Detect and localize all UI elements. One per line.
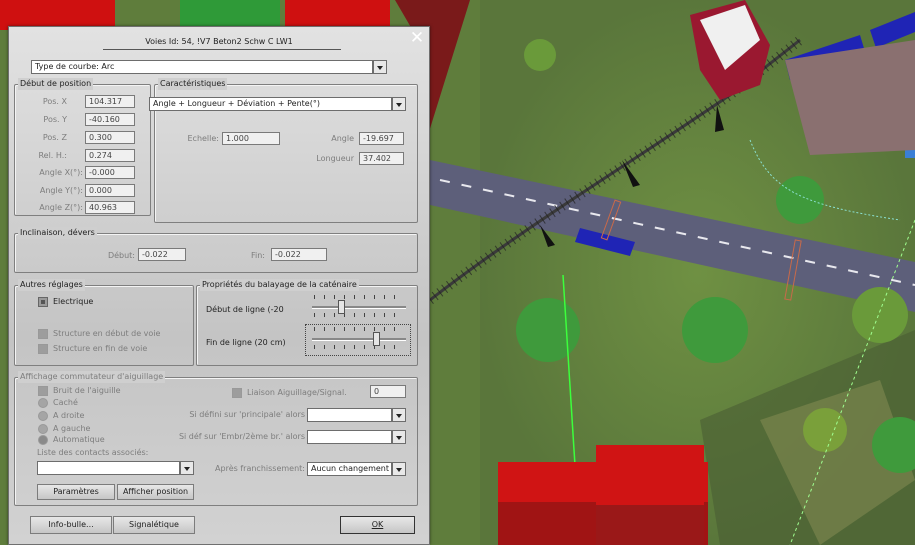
hidden-radio[interactable] [38,398,48,408]
track-properties-dialog: Voies Id: 54, !V7 Beton2 Schw C LW1 ✕ Ty… [8,26,430,545]
chevron-down-icon[interactable] [373,60,387,74]
angle-x-field[interactable]: -0.000 [85,166,135,179]
line-start-ticks [314,313,404,317]
right-radio[interactable] [38,411,48,421]
electric-checkbox[interactable] [38,297,48,307]
angle-label: Angle [331,134,354,143]
chevron-down-icon[interactable] [180,461,194,475]
rel-h-label: Rel. H.: [38,151,67,160]
hidden-label: Caché [53,398,78,407]
line-end-ticks [314,327,404,331]
angle-y-field[interactable]: 0.000 [85,184,135,197]
structure-start-label: Structure en début de voie [53,329,161,338]
parameters-button[interactable]: Paramètres [37,484,115,500]
characteristics-title: Caractéristiques [158,78,228,90]
switch-noise-label: Bruit de l'aiguille [53,386,121,395]
title-bar[interactable]: Voies Id: 54, !V7 Beton2 Schw C LW1 ✕ [9,27,429,53]
contacts-label: Liste des contacts associés: [37,448,149,457]
inclination-end-field[interactable]: -0.022 [271,248,327,261]
inclination-end-label: Fin: [250,251,265,260]
if-main-select[interactable] [307,408,392,422]
length-field[interactable]: 37.402 [359,152,404,165]
scale-field[interactable]: 1.000 [222,132,280,145]
pos-x-label: Pos. X [42,97,67,106]
mode-select[interactable]: Angle + Longueur + Déviation + Pente(°) [149,97,392,111]
structure-end-label: Structure en fin de voie [53,344,148,353]
title-underline [103,49,341,50]
line-start-ticks [314,295,404,299]
line-start-slider[interactable] [312,306,406,309]
chevron-down-icon[interactable] [392,462,406,476]
line-end-slider-thumb[interactable] [372,332,380,346]
pos-y-label: Pos. Y [43,115,67,124]
chevron-down-icon[interactable] [392,430,406,444]
close-icon[interactable]: ✕ [408,29,426,47]
tree [516,298,580,362]
right-label: A droite [53,411,85,420]
pos-z-label: Pos. Z [42,133,67,142]
link-value-field[interactable]: 0 [370,385,406,398]
pos-x-field[interactable]: 104.317 [85,95,135,108]
dialog-title: Voies Id: 54, !V7 Beton2 Schw C LW1 [145,37,293,46]
chevron-down-icon[interactable] [392,97,406,111]
ok-button[interactable]: OK [340,516,415,534]
signaling-button[interactable]: Signalétique [113,516,195,534]
show-position-button[interactable]: Afficher position [117,484,194,500]
inclination-start-field[interactable]: -0.022 [138,248,186,261]
link-switch-signal-checkbox[interactable] [232,388,242,398]
switch-display-title: Affichage commutateur d'aiguillage [18,371,166,383]
angle-z-field[interactable]: 40.963 [85,201,135,214]
rel-h-field[interactable]: 0.274 [85,149,135,162]
switch-noise-checkbox[interactable] [38,386,48,396]
catenary-title: Propriétés du balayage de la caténaire [200,279,359,291]
contacts-select[interactable] [37,461,180,475]
tooltip-button[interactable]: Info-bulle... [30,516,112,534]
line-start-label: Début de ligne (-20 [206,305,284,314]
angle-z-label: Angle Z(°): [39,203,83,212]
left-radio[interactable] [38,424,48,434]
other-settings-title: Autres réglages [18,279,85,291]
auto-radio[interactable] [38,435,48,445]
structure-start-checkbox[interactable] [38,329,48,339]
after-crossing-label: Après franchissement: [215,464,305,473]
line-start-slider-thumb[interactable] [338,300,346,314]
link-switch-signal-label: Liaison Aiguillage/Signal. [247,388,347,397]
inclination-title: Inclinaison, dévers [18,227,97,239]
angle-x-label: Angle X(°): [39,168,83,177]
pos-y-field[interactable]: -40.160 [85,113,135,126]
line-end-slider[interactable] [312,338,406,341]
line-end-ticks [314,345,404,349]
length-label: Longueur [316,154,354,163]
inclination-group: Inclinaison, dévers [14,227,418,273]
scale-label: Echelle: [187,134,219,143]
angle-y-label: Angle Y(°): [39,186,83,195]
auto-label: Automatique [53,435,105,444]
start-position-title: Début de position [18,78,94,90]
inclination-start-label: Début: [107,251,135,260]
structure-end-checkbox[interactable] [38,344,48,354]
if-branch-label: Si déf sur 'Embr/2ème br.' alors [178,432,305,441]
after-crossing-select[interactable]: Aucun changement [307,462,392,476]
angle-field[interactable]: -19.697 [359,132,404,145]
electric-label: Electrique [53,297,94,306]
if-main-label: Si défini sur 'principale' alors [189,410,305,419]
if-branch-select[interactable] [307,430,392,444]
left-label: A gauche [53,424,91,433]
curve-type-select[interactable]: Type de courbe: Arc [31,60,373,74]
chevron-down-icon[interactable] [392,408,406,422]
pos-z-field[interactable]: 0.300 [85,131,135,144]
line-end-label: Fin de ligne (20 cm) [206,338,286,347]
